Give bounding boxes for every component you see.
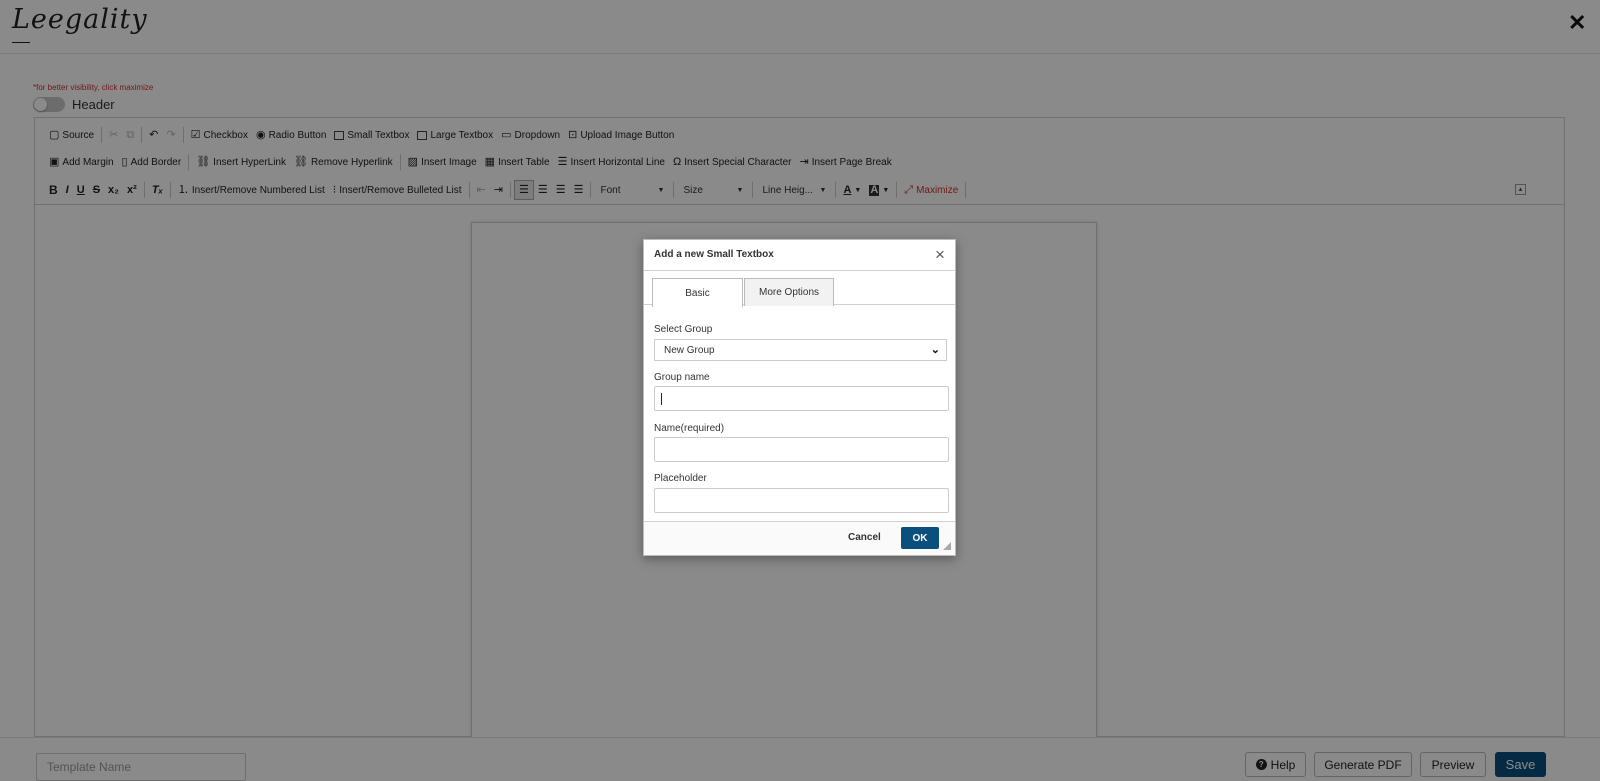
- name-input[interactable]: [654, 437, 949, 462]
- dialog-title-bar: Add a new Small Textbox ×: [644, 240, 955, 271]
- placeholder-input[interactable]: [654, 488, 949, 513]
- dialog-close-icon[interactable]: ×: [935, 246, 945, 263]
- text-caret: [661, 393, 662, 405]
- tab-more-options[interactable]: More Options: [744, 278, 834, 306]
- ok-button[interactable]: OK: [901, 527, 939, 549]
- group-name-label: Group name: [654, 372, 710, 383]
- placeholder-label: Placeholder: [654, 473, 707, 484]
- name-required-label: Name(required): [654, 423, 725, 434]
- dialog-title: Add a new Small Textbox: [654, 249, 774, 260]
- select-group-label: Select Group: [654, 324, 713, 335]
- resize-handle-icon[interactable]: [943, 542, 951, 550]
- cancel-button[interactable]: Cancel: [848, 532, 881, 543]
- chevron-down-icon: ⌄: [930, 344, 940, 356]
- tab-basic[interactable]: Basic: [652, 278, 743, 307]
- dialog-footer: Cancel OK: [644, 521, 955, 555]
- group-name-input[interactable]: [654, 386, 949, 411]
- select-group-dropdown[interactable]: New Group ⌄: [654, 339, 947, 361]
- small-textbox-dialog: Add a new Small Textbox × Basic More Opt…: [643, 239, 956, 556]
- dialog-tabs: Basic More Options: [644, 274, 955, 307]
